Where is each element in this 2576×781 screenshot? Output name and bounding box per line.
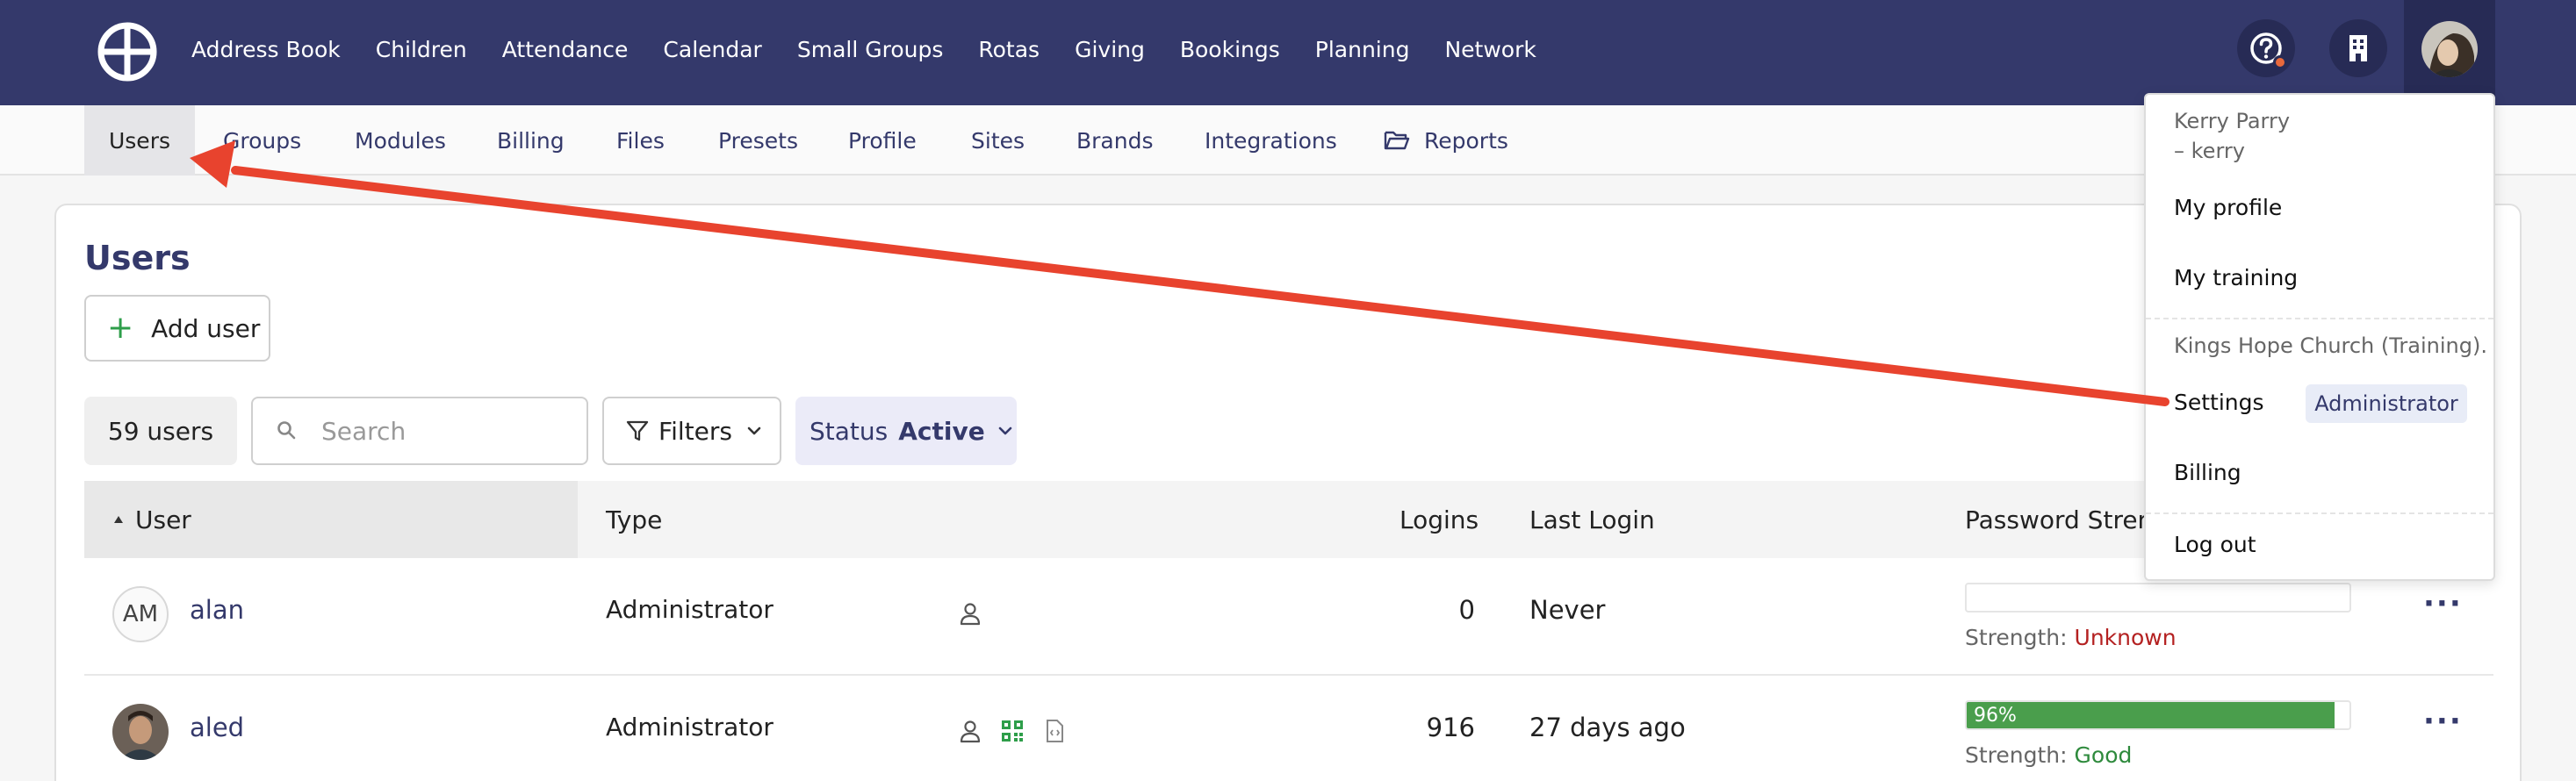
search-icon [277,421,296,440]
qr-code-icon [1002,720,1023,742]
strength-prefix: Strength: [1965,625,2068,650]
strength-text: Strength: Good [1965,742,2132,768]
strength-value: Good [2074,742,2133,768]
user-avatar [2421,21,2478,77]
nav-bookings[interactable]: Bookings [1180,37,1280,62]
more-options-icon[interactable]: ··· [2423,704,2463,739]
filters-label: Filters [658,416,732,446]
password-strength-bar [1965,583,2351,613]
user-count: 59 users [84,397,237,465]
top-navigation: Address Book Children Attendance Calenda… [0,0,2576,105]
column-type[interactable]: Type [606,481,662,558]
nav-network[interactable]: Network [1444,37,1536,62]
user-type: Administrator [606,595,774,624]
menu-item-my-profile[interactable]: My profile [2174,195,2282,220]
strength-fill: 96% [1967,702,2335,728]
user-menu-button[interactable] [2404,0,2495,98]
dropdown-user-name: Kerry Parry [2174,109,2291,133]
nav-attendance[interactable]: Attendance [502,37,629,62]
column-password-strength[interactable]: Password Stren [1965,481,2153,558]
filters-button[interactable]: Filters [602,397,781,465]
strength-value: Unknown [2074,625,2177,650]
login-count: 916 [1426,713,1475,742]
help-button[interactable] [2237,19,2295,77]
status-value: Active [898,416,985,446]
menu-divider [2146,318,2493,319]
sort-up-icon [114,516,123,523]
nav-planning[interactable]: Planning [1315,37,1410,62]
nav-children[interactable]: Children [376,37,467,62]
column-user-label: User [135,505,191,534]
tab-groups[interactable]: Groups [223,105,301,176]
tab-files[interactable]: Files [616,105,665,176]
search-input[interactable] [321,416,550,446]
tab-sites[interactable]: Sites [971,105,1025,176]
avatar [112,704,169,760]
filter-icon [626,420,649,441]
notification-dot [2273,55,2287,69]
chevron-down-icon [747,426,761,435]
status-filter-button[interactable]: Status Active [795,397,1017,465]
table-header: User Type Logins Last Login Password Str… [84,481,2493,558]
building-icon [2349,35,2367,61]
nav-small-groups[interactable]: Small Groups [797,37,944,62]
organisation-button[interactable] [2329,19,2387,77]
tab-reports-label: Reports [1424,127,1508,154]
last-login: Never [1529,595,1606,625]
avatar: AM [112,586,169,642]
user-type: Administrator [606,713,774,742]
folder-open-icon [1384,131,1410,150]
menu-item-log-out[interactable]: Log out [2174,532,2256,557]
user-name-link[interactable]: aled [190,713,244,742]
tab-billing[interactable]: Billing [497,105,565,176]
tab-reports[interactable]: Reports [1384,105,1508,176]
nav-calendar[interactable]: Calendar [663,37,761,62]
strength-prefix: Strength: [1965,742,2068,768]
table-row: AM alan Administrator 0 Never Strength: … [84,558,2493,676]
column-user[interactable]: User [84,481,578,558]
tab-integrations[interactable]: Integrations [1205,105,1337,176]
nav-giving[interactable]: Giving [1075,37,1145,62]
table-row: aled Administrator 916 27 days ago 96% S… [84,676,2493,781]
role-badge: Administrator [2306,384,2467,423]
more-options-icon[interactable]: ··· [2423,586,2463,621]
nav-address-book[interactable]: Address Book [191,37,341,62]
column-last-login[interactable]: Last Login [1529,481,1655,558]
user-name-link[interactable]: alan [190,595,244,625]
add-user-label: Add user [151,313,261,343]
user-dropdown-menu: Kerry Parry – kerry My profile My traini… [2144,93,2495,581]
login-count: 0 [1458,595,1475,625]
strength-text: Strength: Unknown [1965,625,2177,650]
status-label: Status [809,416,889,446]
menu-item-settings[interactable]: Settings [2174,390,2264,415]
church-logo-icon[interactable] [97,21,158,82]
person-icon [960,603,981,626]
password-strength-bar: 96% [1965,700,2351,730]
tab-presets[interactable]: Presets [718,105,798,176]
main-nav-links: Address Book Children Attendance Calenda… [191,0,1572,98]
tab-modules[interactable]: Modules [355,105,446,176]
tab-profile[interactable]: Profile [848,105,917,176]
nav-rotas[interactable]: Rotas [978,37,1040,62]
document-code-icon [1047,720,1063,742]
tab-users[interactable]: Users [84,105,195,176]
menu-item-my-training[interactable]: My training [2174,265,2298,290]
add-user-button[interactable]: + Add user [84,295,270,362]
person-icon [960,720,981,743]
search-field[interactable] [251,397,588,465]
tab-brands[interactable]: Brands [1076,105,1154,176]
menu-item-billing[interactable]: Billing [2174,460,2241,485]
dropdown-organisation: Kings Hope Church (Training). [2174,333,2487,358]
plus-icon: + [107,310,134,346]
chevron-down-icon [998,426,1012,435]
page-title: Users [84,239,191,277]
column-logins[interactable]: Logins [1400,481,1479,558]
last-login: 27 days ago [1529,713,1686,742]
dropdown-user-handle: – kerry [2174,139,2245,163]
menu-divider [2146,512,2493,514]
